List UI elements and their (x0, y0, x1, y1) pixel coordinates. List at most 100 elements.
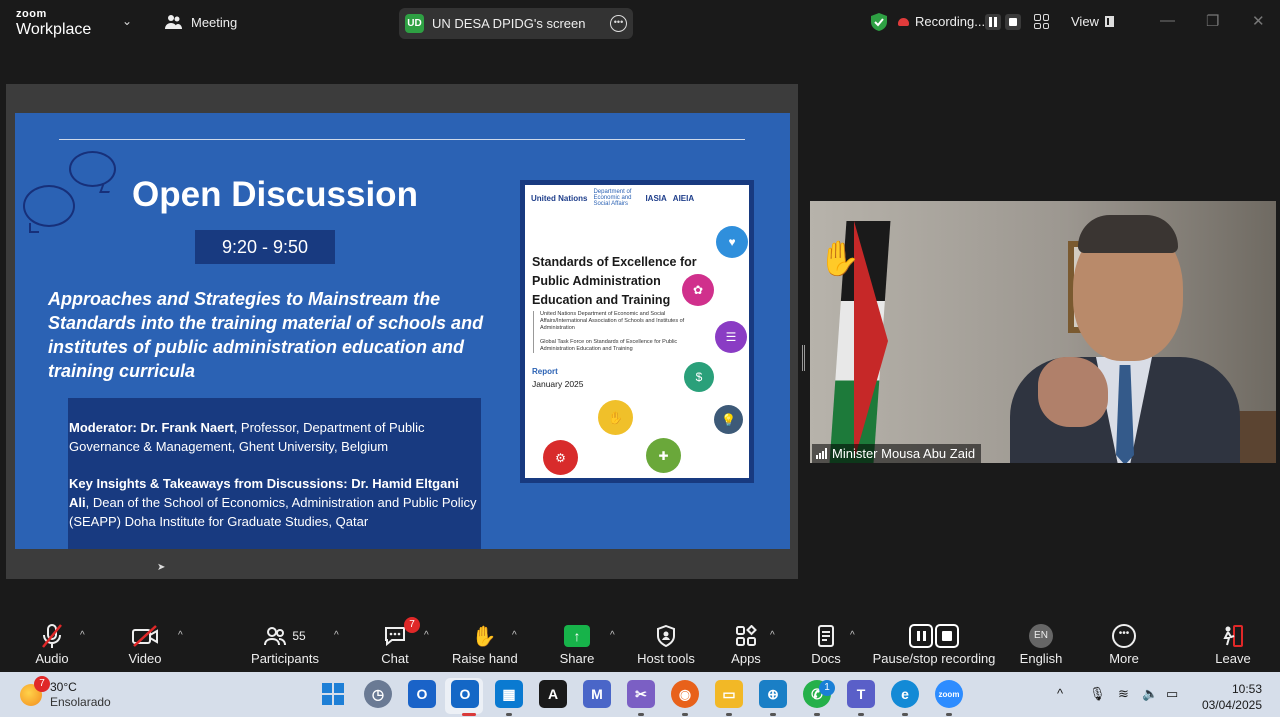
file-explorer-icon[interactable]: ▭ (715, 680, 743, 708)
zoom-app-icon[interactable]: zoom (935, 680, 963, 708)
un-logo-text: United Nations (531, 193, 588, 203)
maximize-icon[interactable]: ❐ (1206, 12, 1219, 30)
outlook-icon[interactable]: O (451, 680, 479, 708)
battery-icon[interactable]: ▭ (1166, 686, 1178, 702)
chevron-down-icon[interactable]: ⌄ (122, 14, 132, 28)
encryption-shield-icon[interactable] (870, 12, 888, 32)
tray-overflow-chevron-icon[interactable]: ^ (1057, 686, 1063, 701)
weather-widget[interactable]: 7 30°C Ensolarado (20, 676, 111, 710)
outlook-new-icon[interactable]: O (408, 680, 436, 708)
microsoft-store-icon[interactable]: ▦ (495, 680, 523, 708)
audio-label: Audio (35, 651, 69, 666)
moderator-label: Moderator: Dr. Frank Naert (69, 420, 234, 435)
shared-screen-indicator[interactable]: UD UN DESA DPIDG's screen ••• (399, 8, 633, 39)
raise-hand-label: Raise hand (452, 651, 518, 666)
remote-desktop-icon[interactable]: ⊕ (759, 680, 787, 708)
microsoft-365-icon[interactable]: M (583, 680, 611, 708)
aieia-logo-text: AIEIA (672, 193, 695, 203)
video-button[interactable]: Video (122, 623, 168, 666)
leave-button[interactable]: Leave (1214, 623, 1252, 666)
brand-bottom: Workplace (16, 21, 92, 38)
language-button[interactable]: EN English (1018, 623, 1064, 666)
slide-divider (59, 139, 745, 140)
running-indicator (770, 713, 776, 716)
pause-stop-recording-button[interactable]: Pause/stop recording (872, 623, 996, 666)
participants-options-chevron-icon[interactable]: ^ (334, 630, 339, 641)
hands-icon: ✋ (598, 400, 633, 435)
system-clock[interactable]: 10:53 03/04/2025 (1200, 681, 1262, 713)
teams-icon[interactable]: T (847, 680, 875, 708)
insights-text: , Dean of the School of Economics, Admin… (69, 495, 477, 529)
edge-icon[interactable]: e (891, 680, 919, 708)
stop-recording-button[interactable] (1005, 14, 1021, 30)
firefox-icon[interactable]: ◉ (671, 680, 699, 708)
affinity-icon[interactable]: A (539, 680, 567, 708)
chat-options-chevron-icon[interactable]: ^ (424, 630, 429, 641)
more-button[interactable]: ••• More (1106, 623, 1142, 666)
clock-app-icon[interactable]: ◷ (364, 680, 392, 708)
apps-options-chevron-icon[interactable]: ^ (770, 630, 775, 641)
report-logos: United Nations Department of Economic an… (531, 189, 694, 207)
running-indicator (814, 713, 820, 716)
weather-badge: 7 (34, 676, 50, 692)
more-label: More (1109, 651, 1139, 666)
share-button[interactable]: ↑ Share (558, 623, 596, 666)
participant-name: Minister Mousa Abu Zaid (832, 446, 976, 461)
more-options-icon[interactable]: ••• (610, 15, 627, 32)
chat-icon (385, 627, 405, 646)
pause-recording-button[interactable] (985, 14, 1001, 30)
recording-indicator[interactable]: Recording... (898, 14, 985, 29)
view-button[interactable]: View (1071, 14, 1114, 29)
close-icon[interactable]: ✕ (1252, 12, 1265, 30)
video-off-icon (132, 625, 158, 647)
document-icon (818, 625, 834, 647)
view-layout-icon (1104, 16, 1114, 27)
shared-screen-title: UN DESA DPIDG's screen (432, 16, 586, 31)
raised-hand-icon: ✋ (818, 240, 861, 278)
report-cover: United Nations Department of Economic an… (520, 180, 754, 483)
meeting-info-button[interactable]: Meeting (165, 14, 237, 30)
minimize-icon[interactable]: — (1160, 12, 1175, 29)
network-icon: ✿ (682, 274, 714, 306)
share-screen-icon: ↑ (564, 625, 590, 647)
participants-count: 55 (292, 629, 306, 643)
audio-button[interactable]: Audio (30, 623, 74, 666)
report-label: Report (532, 367, 558, 376)
mouse-cursor-icon: ➤ (157, 562, 166, 573)
running-indicator (682, 713, 688, 716)
cloud-recording-icon (898, 17, 909, 26)
signal-strength-icon (816, 448, 827, 459)
sharer-initials: UD (405, 14, 424, 33)
chat-button[interactable]: 7 Chat (378, 617, 420, 666)
windows-start-icon[interactable] (319, 680, 347, 708)
people-icon (165, 15, 182, 29)
apps-button[interactable]: Apps (728, 623, 764, 666)
gallery-grid-icon[interactable] (1034, 14, 1049, 29)
split-resize-handle[interactable] (802, 345, 805, 371)
docs-label: Docs (811, 651, 841, 666)
hand (1038, 357, 1108, 427)
lightbulb-icon: 💡 (714, 405, 743, 434)
participants-button[interactable]: 55 Participants (250, 623, 320, 666)
volume-icon[interactable]: 🔈 (1142, 686, 1158, 702)
audio-options-chevron-icon[interactable]: ^ (80, 630, 85, 641)
recording-label: Recording... (915, 14, 986, 29)
docs-options-chevron-icon[interactable]: ^ (850, 630, 855, 641)
reactions-chevron-icon[interactable]: ^ (512, 630, 517, 641)
snipping-tool-icon[interactable]: ✂ (627, 680, 655, 708)
host-tools-button[interactable]: Host tools (634, 623, 698, 666)
raise-hand-button[interactable]: ✋ Raise hand (452, 623, 518, 667)
share-options-chevron-icon[interactable]: ^ (610, 630, 615, 641)
zoom-workplace-logo[interactable]: zoom Workplace (16, 9, 91, 38)
windows-taskbar: 7 30°C Ensolarado ◷ O O ▦ A M ✂ ◉ ▭ ⊕ ✆ … (0, 672, 1280, 717)
video-options-chevron-icon[interactable]: ^ (178, 630, 183, 641)
report-description: United Nations Department of Economic an… (533, 311, 693, 353)
wifi-icon[interactable]: ≋ (1118, 686, 1129, 702)
muted-microphone-icon (42, 624, 62, 648)
slide-subtitle: Approaches and Strategies to Mainstream … (48, 289, 484, 381)
participants-label: Participants (251, 651, 319, 666)
microphone-icon[interactable]: 🎙 (1089, 686, 1106, 702)
docs-button[interactable]: Docs (810, 623, 842, 666)
handshake-icon: ♥ (716, 226, 748, 258)
participant-video-tile[interactable]: ✋ (810, 201, 1276, 463)
